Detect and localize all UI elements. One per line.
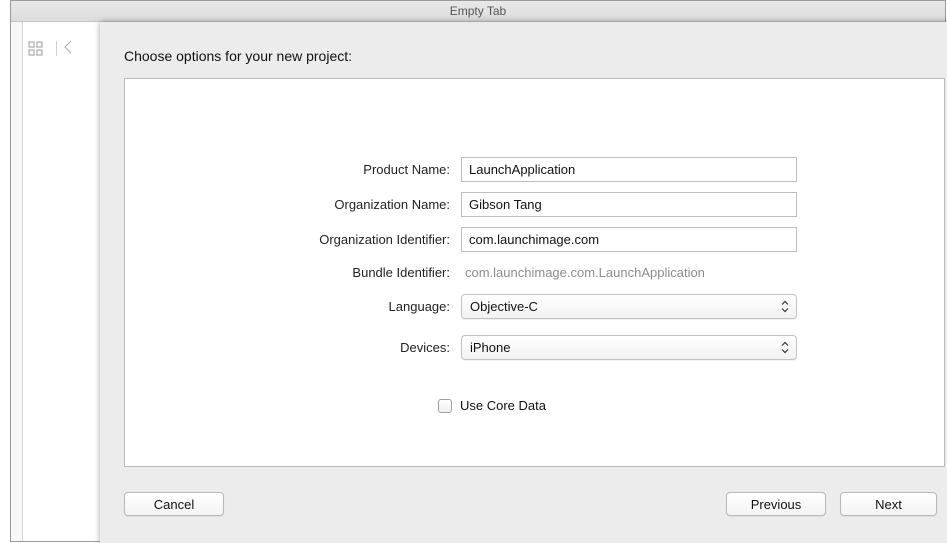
devices-label: Devices: bbox=[400, 340, 450, 355]
organization-name-row: Organization Name: bbox=[125, 192, 944, 218]
organization-name-label: Organization Name: bbox=[334, 197, 450, 212]
use-core-data-label: Use Core Data bbox=[460, 398, 546, 413]
next-button[interactable]: Next bbox=[840, 492, 937, 516]
chevron-left-icon[interactable] bbox=[63, 39, 73, 59]
devices-row: Devices: iPhone bbox=[125, 335, 944, 361]
window-title: Empty Tab bbox=[11, 1, 945, 22]
language-row: Language: Objective-C bbox=[125, 294, 944, 320]
new-project-sheet: Choose options for your new project: Pro… bbox=[100, 22, 947, 543]
sheet-title: Choose options for your new project: bbox=[124, 48, 353, 64]
organization-identifier-label: Organization Identifier: bbox=[319, 232, 450, 247]
jump-bar bbox=[23, 31, 83, 57]
grid-icon[interactable] bbox=[28, 41, 43, 61]
up-down-arrows-icon bbox=[781, 340, 789, 355]
xcode-window: Empty Tab Choose options for your new pr… bbox=[10, 0, 947, 543]
bundle-identifier-row: Bundle Identifier: com.launchimage.com.L… bbox=[125, 260, 944, 286]
bundle-identifier-value: com.launchimage.com.LaunchApplication bbox=[465, 265, 705, 280]
cancel-button[interactable]: Cancel bbox=[124, 492, 224, 516]
product-name-row: Product Name: bbox=[125, 157, 944, 183]
language-label: Language: bbox=[388, 299, 450, 314]
navigator-edge bbox=[11, 22, 23, 541]
options-panel: Product Name: Organization Name: Organiz… bbox=[124, 78, 945, 467]
devices-popup[interactable]: iPhone bbox=[461, 335, 797, 360]
jump-bar-divider bbox=[56, 41, 57, 56]
organization-identifier-field[interactable] bbox=[461, 227, 797, 252]
product-name-label: Product Name: bbox=[363, 162, 450, 177]
previous-button[interactable]: Previous bbox=[726, 492, 826, 516]
organization-identifier-row: Organization Identifier: bbox=[125, 227, 944, 253]
use-core-data-checkbox[interactable] bbox=[438, 399, 452, 413]
organization-name-field[interactable] bbox=[461, 192, 797, 217]
language-selected: Objective-C bbox=[470, 299, 538, 314]
up-down-arrows-icon bbox=[781, 299, 789, 314]
language-popup[interactable]: Objective-C bbox=[461, 294, 797, 319]
bundle-identifier-label: Bundle Identifier: bbox=[352, 265, 450, 280]
product-name-field[interactable] bbox=[461, 157, 797, 182]
devices-selected: iPhone bbox=[470, 340, 511, 355]
